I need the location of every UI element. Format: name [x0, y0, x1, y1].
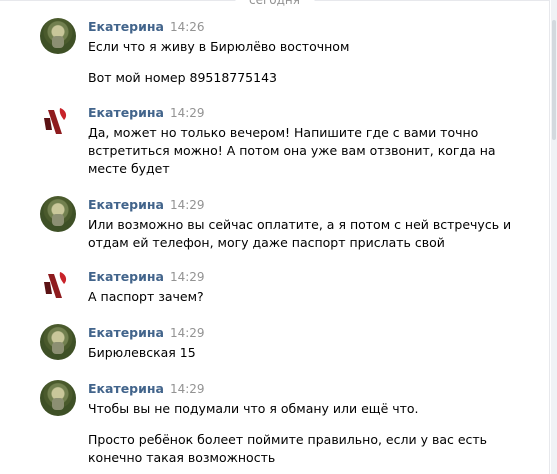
message-text: Если что я живу в Бирюлёво восточном Вот… — [88, 38, 528, 87]
message-text: Бирюлевская 15 — [88, 344, 528, 362]
avatar-image — [44, 108, 67, 134]
message-paragraph: Вот мой номер 89518775143 — [88, 70, 277, 85]
message-text: Чтобы вы не подумали что я обману или ещ… — [88, 400, 528, 467]
message-paragraph: Просто ребёнок болеет поймите правильно,… — [88, 432, 488, 465]
message-time[interactable]: 14:29 — [170, 106, 205, 120]
message-time[interactable]: 14:29 — [170, 326, 205, 340]
user-avatar[interactable] — [40, 18, 76, 54]
date-separator: сегодня — [0, 0, 549, 10]
user-avatar[interactable] — [40, 104, 76, 140]
message-paragraph: А паспорт зачем? — [88, 289, 204, 304]
message-time[interactable]: 14:26 — [170, 20, 205, 34]
scrollbar-thumb[interactable] — [552, 20, 556, 140]
scrollbar[interactable] — [551, 0, 557, 474]
message-paragraph: Если что я живу в Бирюлёво восточном — [88, 39, 350, 54]
date-label: сегодня — [235, 0, 314, 10]
message-time[interactable]: 14:29 — [170, 198, 205, 212]
user-avatar[interactable] — [40, 196, 76, 232]
author-name[interactable]: Екатерина — [88, 105, 164, 120]
author-name[interactable]: Екатерина — [88, 381, 164, 396]
author-name[interactable]: Екатерина — [88, 19, 164, 34]
avatar-image — [44, 272, 67, 298]
chat-history: сегодня Екатерина 14:26 Если что я живу в… — [0, 0, 550, 474]
message-paragraph: Да, может но только вечером! Напишите гд… — [88, 125, 496, 176]
message-paragraph: Чтобы вы не подумали что я обману или ещ… — [88, 401, 419, 416]
message-paragraph: Или возможно вы сейчас оплатите, а я пот… — [88, 217, 512, 250]
message-text: А паспорт зачем? — [88, 288, 528, 306]
message-time[interactable]: 14:29 — [170, 270, 205, 284]
user-avatar[interactable] — [40, 380, 76, 416]
user-avatar[interactable] — [40, 324, 76, 360]
user-avatar[interactable] — [40, 268, 76, 304]
message-time[interactable]: 14:29 — [170, 382, 205, 396]
author-name[interactable]: Екатерина — [88, 325, 164, 340]
message-paragraph: Бирюлевская 15 — [88, 345, 196, 360]
message-text: Да, может но только вечером! Напишите гд… — [88, 124, 528, 178]
author-name[interactable]: Екатерина — [88, 269, 164, 284]
author-name[interactable]: Екатерина — [88, 197, 164, 212]
message-text: Или возможно вы сейчас оплатите, а я пот… — [88, 216, 528, 252]
